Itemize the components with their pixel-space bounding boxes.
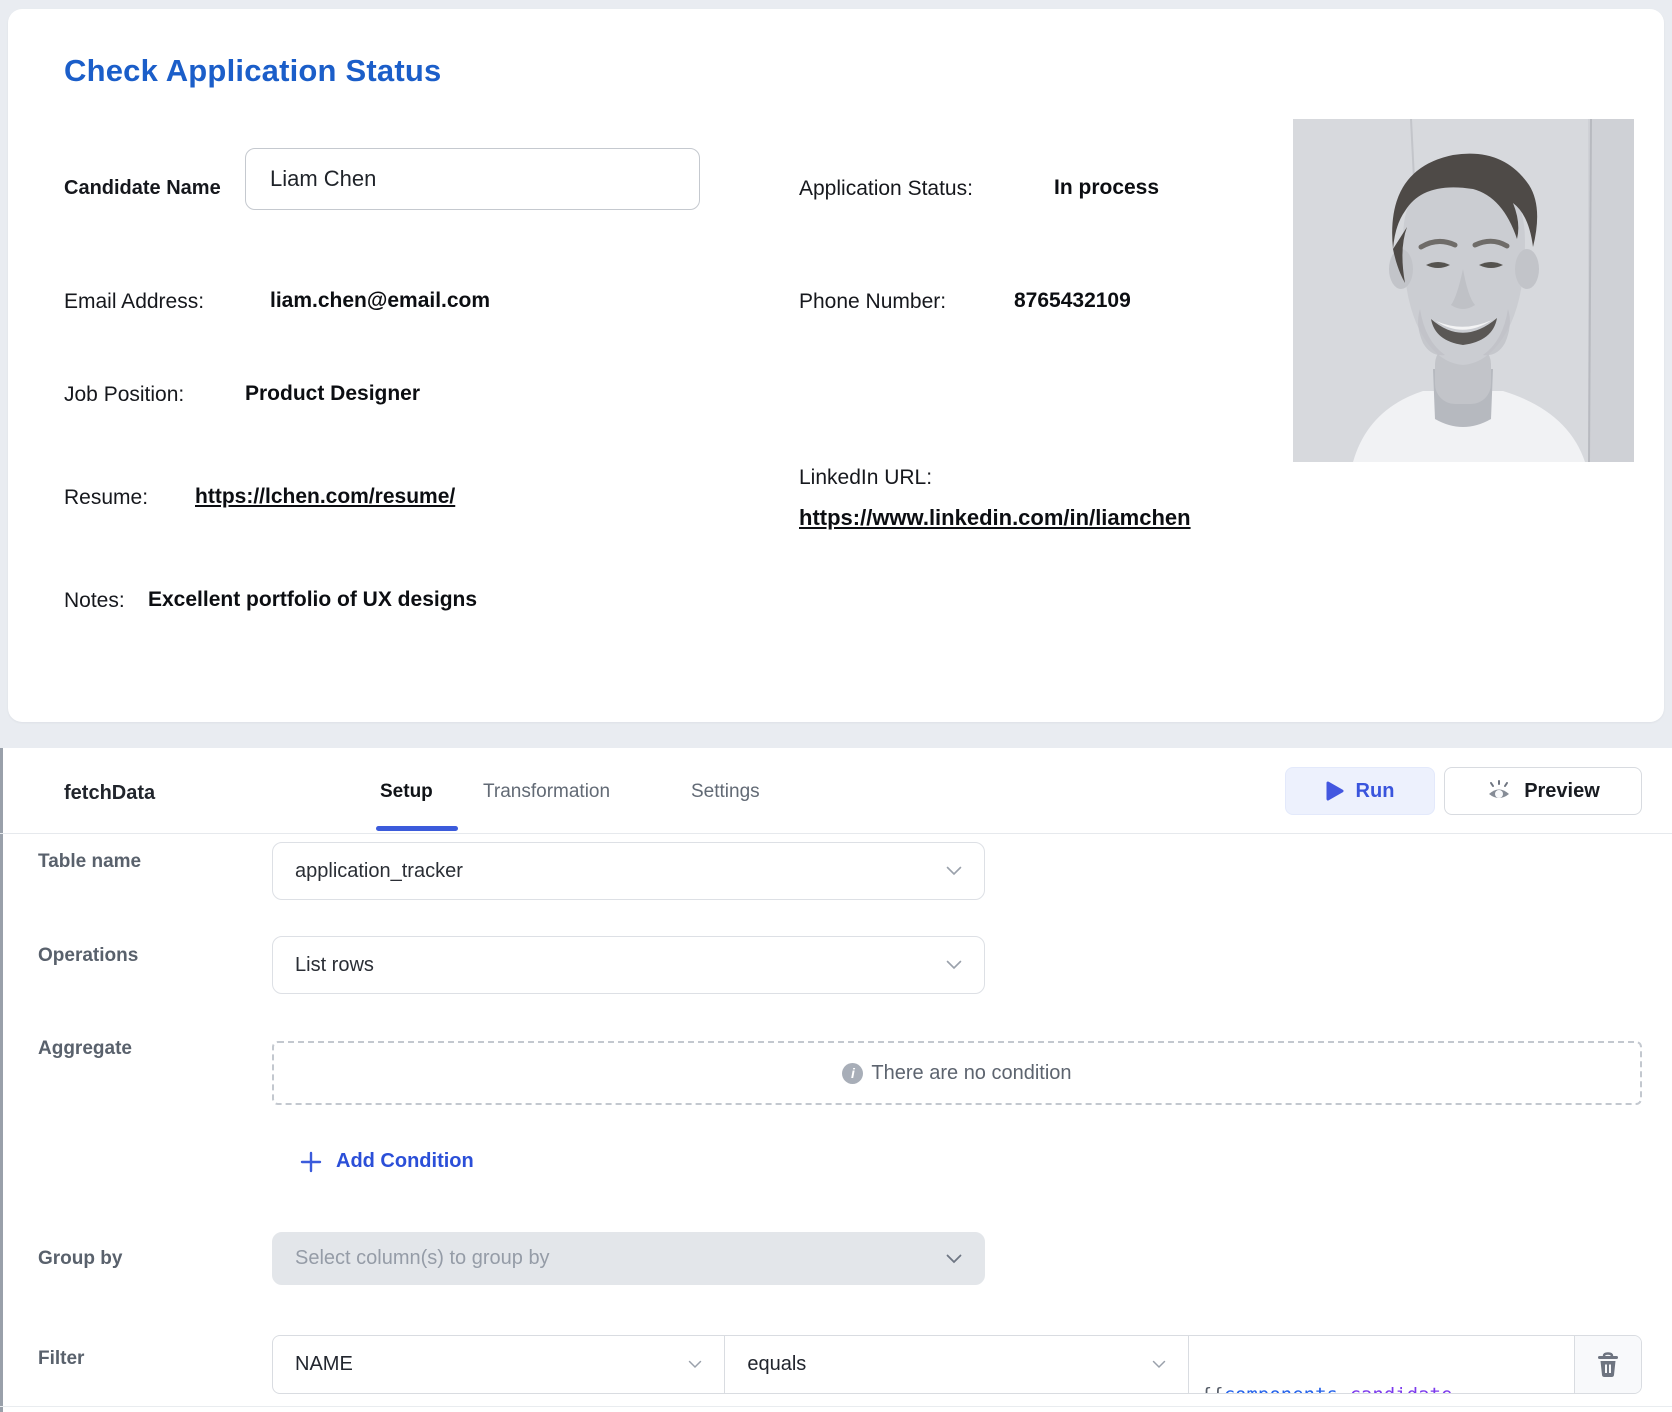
eye-icon: [1486, 779, 1512, 803]
operations-value: List rows: [295, 954, 374, 977]
application-status-label: Application Status:: [799, 177, 973, 201]
group-by-placeholder: Select column(s) to group by: [295, 1247, 550, 1270]
filter-label: Filter: [38, 1348, 84, 1370]
notes-value: Excellent portfolio of UX designs: [148, 588, 477, 612]
filter-value-code-input[interactable]: {{components.candidate Name.value}}: [1189, 1336, 1575, 1393]
table-name-value: application_tracker: [295, 860, 463, 883]
panel-header-divider: [0, 833, 1672, 834]
run-button-label: Run: [1356, 780, 1395, 803]
chevron-down-icon: [946, 866, 962, 876]
chevron-down-icon: [946, 960, 962, 970]
filter-value-code-text: {{components.candidate Name.value}}: [1201, 1336, 1453, 1393]
tab-setup[interactable]: Setup: [380, 781, 433, 803]
panel-left-border: [0, 748, 3, 1412]
active-tab-underline: [376, 826, 458, 831]
candidate-name-input[interactable]: [245, 148, 700, 210]
table-name-label: Table name: [38, 851, 141, 873]
group-by-select[interactable]: Select column(s) to group by: [272, 1232, 985, 1285]
phone-value: 8765432109: [1014, 289, 1131, 313]
filter-operator-value: equals: [747, 1353, 806, 1376]
chevron-down-icon: [1152, 1360, 1166, 1369]
chevron-down-icon: [688, 1360, 702, 1369]
aggregate-empty-text: There are no condition: [871, 1062, 1071, 1085]
query-name: fetchData: [64, 782, 155, 805]
job-position-label: Job Position:: [64, 383, 184, 407]
filter-condition-row: NAME equals {{components.candidate Name.…: [272, 1335, 1642, 1394]
preview-button[interactable]: Preview: [1444, 767, 1642, 815]
chevron-down-icon: [946, 1254, 962, 1264]
group-by-label: Group by: [38, 1248, 122, 1270]
operations-select[interactable]: List rows: [272, 936, 985, 994]
linkedin-link[interactable]: https://www.linkedin.com/in/liamchen: [799, 505, 1191, 531]
candidate-photo: [1293, 119, 1634, 462]
resume-label: Resume:: [64, 486, 148, 510]
filter-operator-select[interactable]: equals: [725, 1336, 1188, 1393]
filter-column-select[interactable]: NAME: [273, 1336, 725, 1393]
run-button[interactable]: Run: [1285, 767, 1435, 815]
add-condition-button[interactable]: Add Condition: [300, 1150, 474, 1173]
phone-label: Phone Number:: [799, 290, 946, 314]
aggregate-empty-area: i There are no condition: [272, 1041, 1642, 1105]
email-value: liam.chen@email.com: [270, 289, 490, 313]
delete-filter-button[interactable]: [1575, 1336, 1641, 1393]
aggregate-label: Aggregate: [38, 1038, 132, 1060]
tab-transformation[interactable]: Transformation: [483, 781, 610, 803]
panel-bottom-divider: [0, 1406, 1672, 1407]
app-screen: Check Application Status Candidate Name …: [0, 0, 1672, 1412]
trash-icon: [1596, 1352, 1620, 1378]
email-label: Email Address:: [64, 290, 204, 314]
plus-icon: [300, 1151, 322, 1173]
resume-link[interactable]: https://lchen.com/resume/: [195, 485, 455, 509]
operations-label: Operations: [38, 945, 138, 967]
table-name-select[interactable]: application_tracker: [272, 842, 985, 900]
job-position-value: Product Designer: [245, 382, 420, 406]
candidate-name-label: Candidate Name: [64, 177, 221, 200]
candidate-photo-image: [1293, 119, 1634, 462]
page-title: Check Application Status: [64, 53, 441, 89]
preview-button-label: Preview: [1524, 780, 1600, 803]
info-icon: i: [842, 1063, 863, 1084]
linkedin-label: LinkedIn URL:: [799, 466, 932, 490]
notes-label: Notes:: [64, 589, 125, 613]
application-status-value: In process: [1054, 176, 1159, 200]
add-condition-label: Add Condition: [336, 1150, 474, 1173]
filter-column-value: NAME: [295, 1353, 353, 1376]
play-icon: [1326, 781, 1344, 801]
tab-settings[interactable]: Settings: [691, 781, 760, 803]
